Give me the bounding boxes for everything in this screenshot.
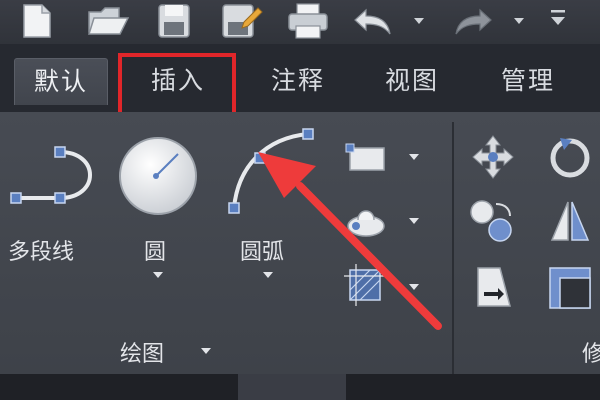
circle-icon	[119, 137, 197, 215]
modify-panel-title[interactable]: 修	[582, 336, 600, 368]
customize-toolbar-icon[interactable]	[548, 6, 568, 30]
region-dropdown-icon[interactable]	[408, 282, 420, 292]
mirror-icon	[550, 201, 590, 241]
circle-button[interactable]	[116, 134, 200, 218]
ribbon-tab-bar: 默认 插入 注释 视图 管理	[0, 44, 600, 113]
region-button[interactable]	[340, 262, 390, 308]
move-button[interactable]	[466, 132, 520, 182]
stretch-button[interactable]	[466, 262, 520, 314]
polyline-icon	[10, 146, 92, 204]
open-folder-icon[interactable]	[86, 2, 130, 40]
tab-manage[interactable]: 管理	[478, 58, 578, 104]
tab-default[interactable]: 默认	[14, 58, 108, 105]
redo-dropdown-icon[interactable]	[512, 12, 526, 26]
rectangle-button[interactable]	[344, 140, 392, 174]
region-icon	[344, 264, 386, 306]
save-icon[interactable]	[156, 2, 192, 40]
draw-panel-title[interactable]: 绘图	[120, 336, 164, 368]
undo-dropdown-icon[interactable]	[412, 12, 426, 26]
circle-dropdown-icon[interactable]	[152, 270, 164, 280]
rectangle-icon	[345, 143, 385, 171]
polyline-label: 多段线	[8, 240, 75, 265]
copy-button[interactable]	[466, 196, 520, 246]
rectangle-dropdown-icon[interactable]	[408, 152, 420, 162]
rotate-icon	[550, 138, 590, 178]
autocad-ribbon-window: 默认 插入 注释 视图 管理 多段线 圆 圆弧 绘图 修	[0, 0, 600, 400]
rotate-button[interactable]	[544, 132, 594, 182]
copy-icon	[470, 200, 512, 242]
hatch-dropdown-icon[interactable]	[408, 216, 420, 226]
hatch-icon	[347, 210, 385, 237]
arc-icon	[228, 128, 314, 214]
panel-divider	[452, 122, 454, 374]
tab-annotate[interactable]: 注释	[248, 58, 348, 104]
move-icon	[472, 135, 514, 179]
scale-icon	[549, 267, 591, 309]
arc-label: 圆弧	[240, 240, 285, 265]
quick-access-toolbar	[0, 0, 600, 44]
circle-label: 圆	[144, 240, 167, 265]
drawing-tab[interactable]	[238, 374, 346, 400]
drawing-tab-strip	[0, 374, 600, 400]
hatch-button[interactable]	[344, 200, 392, 240]
arc-dropdown-icon[interactable]	[262, 270, 274, 280]
print-icon[interactable]	[286, 2, 330, 40]
new-file-icon[interactable]	[20, 2, 54, 40]
draw-panel-expand-icon[interactable]	[200, 346, 212, 356]
mirror-button[interactable]	[546, 196, 594, 246]
stretch-icon	[477, 267, 511, 307]
arc-button[interactable]	[222, 126, 318, 222]
scale-button[interactable]	[546, 262, 594, 314]
tab-view[interactable]: 视图	[362, 58, 462, 104]
undo-icon[interactable]	[352, 2, 396, 40]
redo-icon[interactable]	[450, 2, 494, 40]
save-as-icon[interactable]	[220, 2, 264, 40]
insert-tab-highlight-box	[118, 53, 236, 121]
